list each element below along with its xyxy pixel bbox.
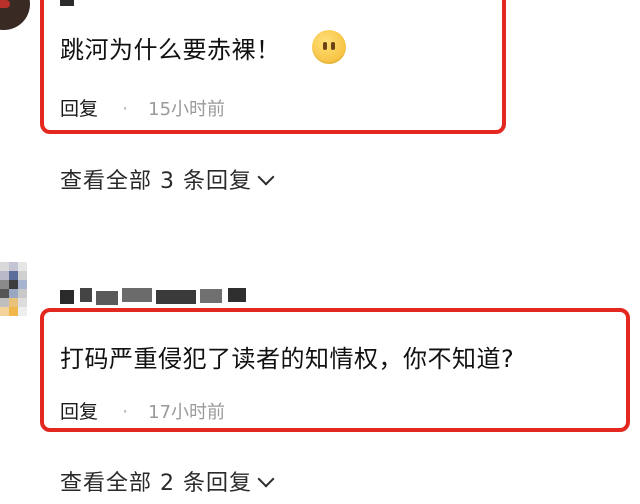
avatar[interactable] bbox=[0, 262, 28, 332]
timestamp: 15小时前 bbox=[148, 99, 226, 120]
view-all-label: 查看全部 3 条回复 bbox=[60, 169, 252, 194]
view-all-label: 查看全部 2 条回复 bbox=[60, 471, 252, 496]
comment-meta: 回复 · 17小时前 bbox=[60, 397, 225, 424]
chevron-down-icon bbox=[257, 168, 275, 186]
no-mouth-face-icon bbox=[312, 30, 346, 64]
comment-meta: 回复 · 15小时前 bbox=[60, 94, 225, 121]
username-censored bbox=[60, 288, 250, 305]
meta-separator: · bbox=[122, 98, 129, 120]
chevron-down-icon bbox=[257, 470, 275, 488]
avatar-decoration bbox=[0, 0, 10, 8]
avatar[interactable] bbox=[0, 0, 30, 30]
view-all-replies-button[interactable]: 查看全部 3 条回复 bbox=[60, 163, 275, 195]
comment-text: 跳河为什么要赤裸！ bbox=[60, 36, 281, 64]
reply-button[interactable]: 回复 bbox=[60, 401, 98, 423]
view-all-replies-button[interactable]: 查看全部 2 条回复 bbox=[60, 465, 275, 497]
timestamp: 17小时前 bbox=[148, 402, 226, 423]
reply-button[interactable]: 回复 bbox=[60, 98, 98, 120]
comment-text: 打码严重侵犯了读者的知情权，你不知道? bbox=[60, 345, 515, 373]
meta-separator: · bbox=[122, 401, 129, 423]
